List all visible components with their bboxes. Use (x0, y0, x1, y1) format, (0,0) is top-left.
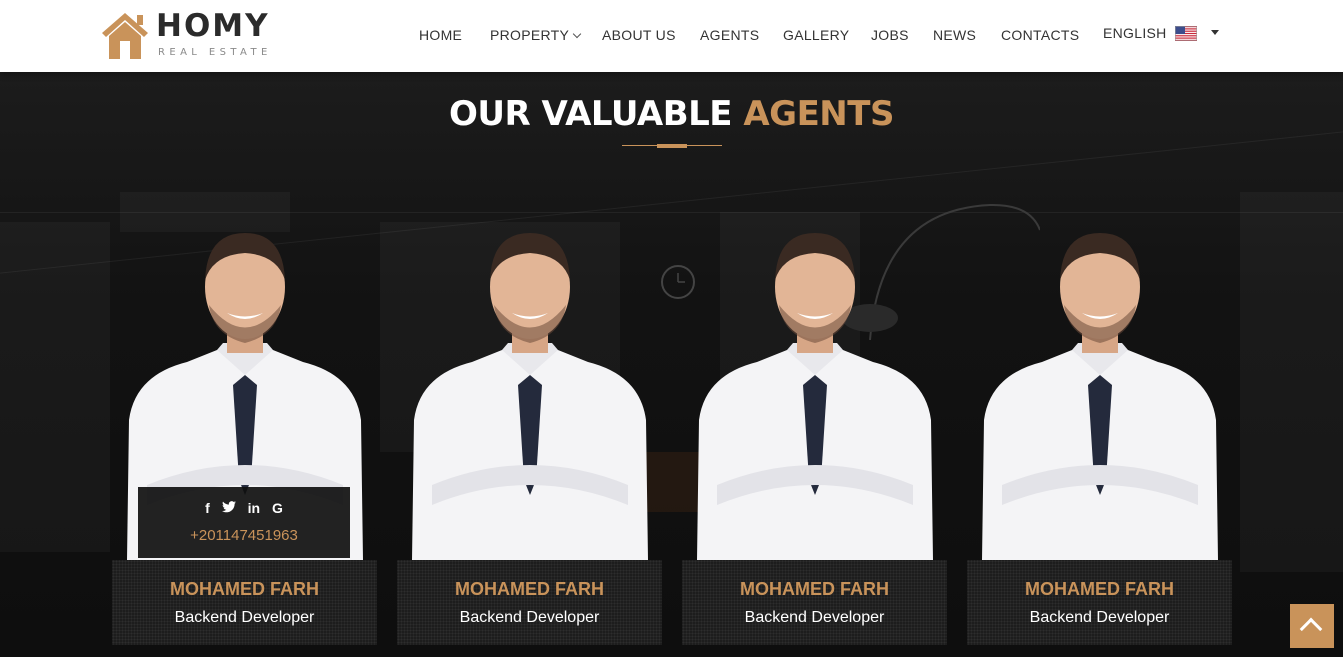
language-label: ENGLISH (1103, 25, 1167, 41)
nav-item-contacts[interactable]: CONTACTS (1001, 25, 1079, 45)
agent-role: Backend Developer (744, 609, 885, 626)
brand-tagline: REAL ESTATE (158, 47, 272, 58)
agent-role: Backend Developer (1029, 609, 1170, 626)
agent-info: MOHAMED FARH Backend Developer (397, 560, 662, 645)
agent-info: MOHAMED FARH Backend Developer (682, 560, 947, 645)
nav-item-news[interactable]: NEWS (933, 25, 976, 45)
google-icon[interactable]: G (272, 500, 283, 516)
caret-down-icon (1210, 30, 1219, 35)
agent-name[interactable]: MOHAMED FARH (682, 578, 947, 600)
section-title: OUR VALUABLE AGENTS (0, 94, 1343, 134)
twitter-icon[interactable] (221, 500, 236, 516)
agent-card[interactable]: MOHAMED FARH Backend Developer (967, 225, 1232, 645)
nav-item-property[interactable]: PROPERTY (490, 25, 582, 45)
nav-item-home[interactable]: HOME (419, 25, 462, 45)
agent-name[interactable]: MOHAMED FARH (397, 578, 662, 600)
social-icons: f in G (138, 500, 350, 516)
linkedin-icon[interactable]: in (248, 500, 260, 516)
agent-role: Backend Developer (174, 609, 315, 626)
nav-item-jobs[interactable]: JOBS (871, 25, 909, 45)
section-title-main: OUR VALUABLE (449, 94, 733, 134)
title-divider-accent (657, 144, 687, 148)
site-header: HOMY REAL ESTATE HOME PROPERTY ABOUT US … (0, 0, 1343, 72)
agent-info: MOHAMED FARH Backend Developer (112, 560, 377, 645)
agent-name[interactable]: MOHAMED FARH (967, 578, 1232, 600)
chevron-up-icon (1299, 617, 1323, 641)
agent-card[interactable]: MOHAMED FARH Backend Developer (397, 225, 662, 645)
language-selector[interactable]: ENGLISH (1103, 23, 1219, 43)
agent-photo (697, 233, 933, 560)
nav-item-gallery[interactable]: GALLERY (783, 25, 849, 45)
agent-phone[interactable]: +201147451963 (138, 526, 350, 546)
nav-item-about-us[interactable]: ABOUT US (602, 25, 676, 45)
agent-social-overlay: f in G +201147451963 (138, 487, 350, 558)
agent-info: MOHAMED FARH Backend Developer (967, 560, 1232, 645)
agent-card[interactable]: MOHAMED FARH Backend Developer (682, 225, 947, 645)
nav-item-property-label: PROPERTY (490, 27, 570, 43)
scroll-to-top-button[interactable] (1290, 604, 1334, 648)
agent-name[interactable]: MOHAMED FARH (112, 578, 377, 600)
agent-role: Backend Developer (459, 609, 600, 626)
agent-photo (982, 233, 1218, 560)
facebook-icon[interactable]: f (205, 500, 210, 516)
agent-photo (412, 233, 648, 560)
nav-item-agents[interactable]: AGENTS (700, 25, 759, 45)
chevron-down-icon (572, 29, 582, 39)
section-title-accent: AGENTS (743, 94, 894, 134)
us-flag-icon (1174, 25, 1197, 41)
agent-card[interactable]: f in G +201147451963 MOHAMED FARH Backen… (112, 225, 377, 645)
main-nav: HOME PROPERTY ABOUT US AGENTS GALLERY JO… (0, 25, 1343, 47)
